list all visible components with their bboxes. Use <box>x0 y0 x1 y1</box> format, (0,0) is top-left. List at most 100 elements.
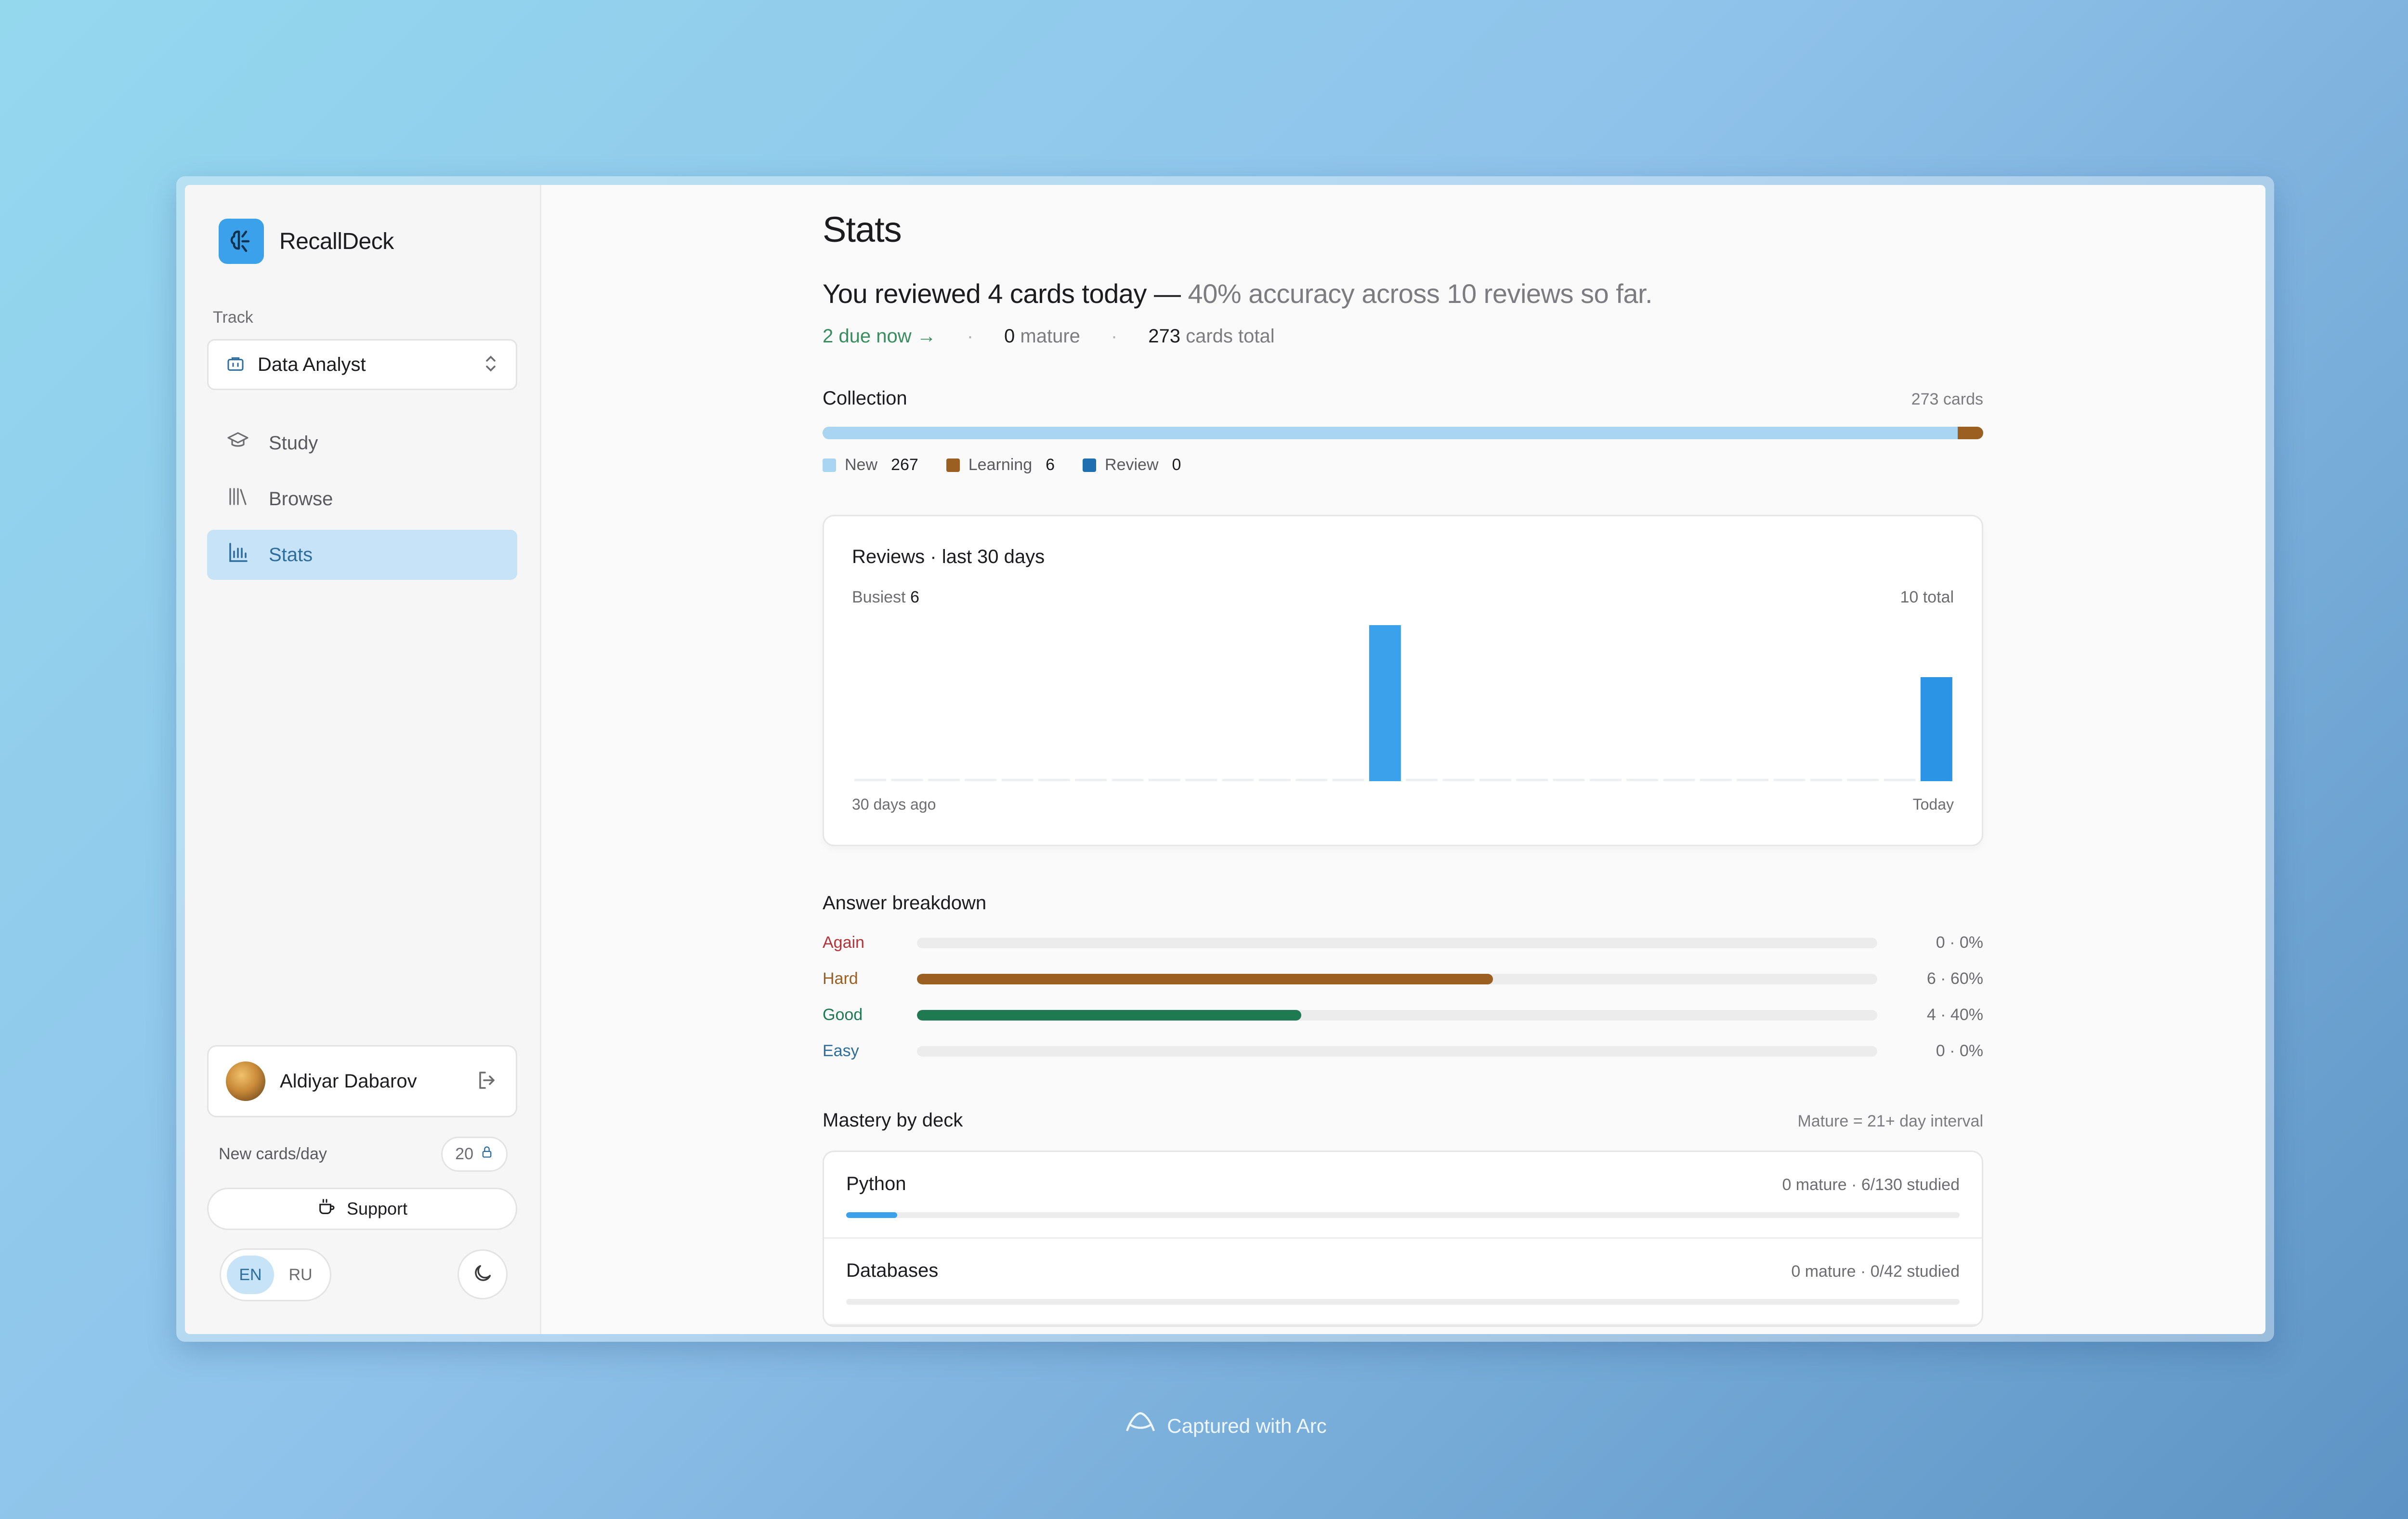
review-bar-empty <box>1810 779 1842 781</box>
legend-value: 0 <box>1172 456 1181 474</box>
sidebar-item-study[interactable]: Study <box>207 418 517 468</box>
answer-value: 4 · 40% <box>1926 1006 1983 1024</box>
review-bar-empty <box>1332 779 1364 781</box>
review-bar <box>1369 625 1401 781</box>
coffee-icon <box>317 1197 336 1221</box>
language-en[interactable]: EN <box>227 1256 274 1294</box>
answer-label: Good <box>823 1006 863 1024</box>
sidebar-item-label: Stats <box>269 544 313 565</box>
headline-main: You reviewed 4 cards today — <box>823 278 1181 309</box>
deck-row-python[interactable]: Python 0 mature · 6/130 studied <box>824 1152 1982 1239</box>
app-window: RecallDeck Track Data Analyst Study Brow… <box>185 185 2265 1334</box>
track-select[interactable]: Data Analyst <box>207 339 517 390</box>
mastery-title: Mastery by deck <box>823 1110 963 1131</box>
busiest-value: 6 <box>910 588 919 606</box>
collection-bar <box>823 427 1983 439</box>
app-name: RecallDeck <box>279 228 394 254</box>
legend-value: 267 <box>891 456 918 474</box>
review-bar-empty <box>928 779 960 781</box>
deck-name: Databases <box>846 1260 939 1281</box>
review-bar <box>1920 677 1952 781</box>
busiest-label: Busiest <box>852 588 906 606</box>
legend-swatch <box>1083 458 1097 472</box>
brand[interactable]: RecallDeck <box>219 219 394 264</box>
reviews-card: Reviews · last 30 days Busiest 6 10 tota… <box>823 515 1983 846</box>
stats-page: Stats You reviewed 4 cards today — 40% a… <box>823 209 1983 1327</box>
deck-row-databases[interactable]: Databases 0 mature · 0/42 studied <box>824 1239 1982 1325</box>
briefcase-icon <box>226 354 245 376</box>
collection-title: Collection <box>823 388 907 409</box>
answer-bar-track <box>917 1046 1877 1057</box>
deck-progress-track <box>846 1299 1960 1305</box>
bar-chart-icon <box>226 541 249 569</box>
support-button[interactable]: Support <box>207 1188 517 1230</box>
legend-swatch <box>823 458 836 472</box>
library-icon <box>226 485 249 513</box>
sidebar-item-label: Study <box>269 432 318 454</box>
main-content: Stats You reviewed 4 cards today — 40% a… <box>541 185 2265 1334</box>
arc-logo-icon <box>1124 1410 1157 1442</box>
summary-meta: 2 due now → · 0 mature · 273 cards total <box>823 326 1983 347</box>
sidebar-item-stats[interactable]: Stats <box>207 530 517 580</box>
language-ru[interactable]: RU <box>277 1256 324 1294</box>
review-bar-empty <box>1222 779 1254 781</box>
review-bar-empty <box>854 779 887 781</box>
review-bar-empty <box>1296 779 1328 781</box>
theme-toggle-button[interactable] <box>458 1249 508 1299</box>
due-now-link[interactable]: 2 due now → <box>823 326 936 347</box>
answer-row-hard: Hard 6 · 60% <box>823 961 1983 997</box>
review-bar-empty <box>1884 779 1916 781</box>
review-bar-empty <box>1406 779 1438 781</box>
sidebar-item-label: Browse <box>269 488 333 510</box>
legend-label: Learning <box>968 456 1033 474</box>
answer-value: 0 · 0% <box>1936 1042 1983 1060</box>
review-bar-empty <box>1075 779 1107 781</box>
collection-segment-new <box>823 427 1958 439</box>
review-bar-empty <box>965 779 997 781</box>
reviews-title: Reviews · last 30 days <box>852 546 1045 567</box>
deck-progress-track <box>846 1212 1960 1218</box>
track-value: Data Analyst <box>258 354 366 375</box>
sidebar-item-browse[interactable]: Browse <box>207 474 517 524</box>
review-bar-empty <box>1258 779 1291 781</box>
answer-bar-fill <box>917 1009 1301 1021</box>
graduation-cap-icon <box>226 429 249 457</box>
review-bar-empty <box>1148 779 1180 781</box>
collection-legend: New 267 Learning 6 Review 0 <box>823 456 1983 474</box>
user-name: Aldiyar Dabarov <box>280 1070 417 1092</box>
deck-progress-fill <box>846 1212 898 1218</box>
review-bar-empty <box>1516 779 1548 781</box>
new-cards-label: New cards/day <box>219 1145 327 1163</box>
mature-label: mature <box>1020 326 1080 347</box>
page-title: Stats <box>823 210 902 249</box>
moon-icon <box>471 1262 494 1287</box>
legend-review: Review 0 <box>1083 456 1181 474</box>
user-card[interactable]: Aldiyar Dabarov <box>207 1045 517 1117</box>
legend-value: 6 <box>1046 456 1055 474</box>
mature-stat: 0 mature <box>1004 326 1080 347</box>
chevron-updown-icon <box>483 354 498 376</box>
reviews-total: 10 total <box>1900 588 1954 606</box>
headline-muted: 40% accuracy across 10 reviews so far. <box>1188 278 1653 309</box>
review-bar-empty <box>1663 779 1695 781</box>
answer-label: Hard <box>823 969 858 988</box>
review-bar-empty <box>1038 779 1070 781</box>
review-bar-empty <box>891 779 923 781</box>
review-bar-empty <box>1700 779 1732 781</box>
deck-meta: 0 mature · 0/42 studied <box>1791 1262 1960 1281</box>
answer-bar-fill <box>917 973 1493 984</box>
answer-bar-track <box>917 973 1877 984</box>
sidebar: RecallDeck Track Data Analyst Study Brow… <box>185 185 541 1334</box>
answer-row-good: Good 4 · 40% <box>823 997 1983 1033</box>
logout-icon[interactable] <box>475 1069 498 1094</box>
review-bar-empty <box>1553 779 1585 781</box>
review-bar-empty <box>1773 779 1806 781</box>
new-cards-value-pill[interactable]: 20 <box>441 1137 508 1172</box>
review-bar-empty <box>1479 779 1511 781</box>
review-bar-empty <box>1626 779 1659 781</box>
review-bar-empty <box>1112 779 1144 781</box>
legend-learning: Learning 6 <box>946 456 1055 474</box>
legend-new: New 267 <box>823 456 918 474</box>
mastery-note: Mature = 21+ day interval <box>1797 1112 1983 1130</box>
new-cards-setting: New cards/day 20 <box>219 1137 508 1172</box>
